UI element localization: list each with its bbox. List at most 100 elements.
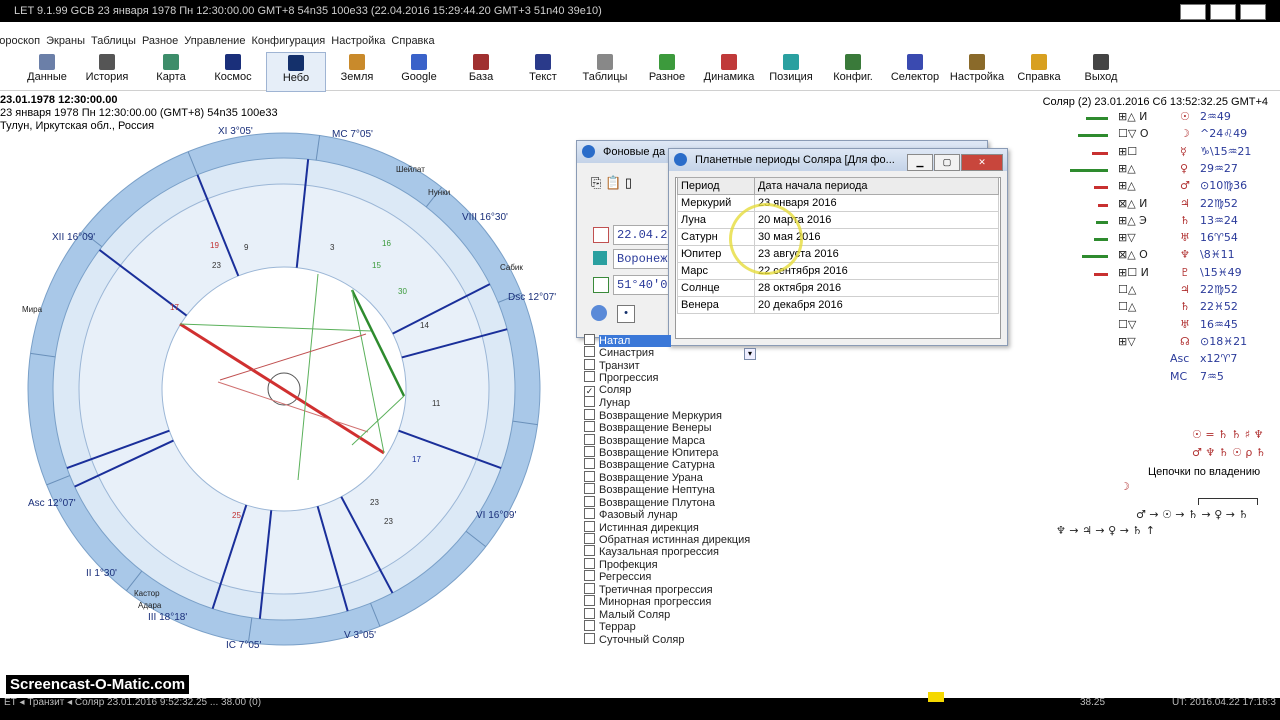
chart-type-item[interactable]: Возвращение Юпитера xyxy=(580,445,750,459)
menu-item[interactable]: Гороскоп xyxy=(0,32,46,50)
checkbox[interactable] xyxy=(584,520,595,532)
chart-type-item[interactable]: Возвращение Сатурна xyxy=(580,458,750,471)
maximize-button[interactable] xyxy=(1210,4,1236,20)
paste-icon[interactable]: 📋 xyxy=(605,175,621,190)
checkbox[interactable] xyxy=(584,445,595,457)
toolbar-button[interactable]: База xyxy=(452,52,510,90)
checkbox[interactable] xyxy=(584,371,595,383)
table-row[interactable]: Луна 20 марта 2016 xyxy=(677,211,999,229)
checkbox[interactable] xyxy=(584,470,595,482)
chart-type-item[interactable]: Синастрия xyxy=(580,346,750,359)
planet-row[interactable]: ⊞△ Э ♄ 13♒24 xyxy=(1050,214,1280,230)
column-header[interactable]: Период xyxy=(677,177,755,195)
planet-row[interactable]: ☐▽ O ☽ ^24♌49 xyxy=(1050,127,1280,143)
menu-item[interactable]: Экраны xyxy=(46,32,91,50)
checkbox[interactable] xyxy=(584,495,595,507)
new-icon[interactable]: ▯ xyxy=(625,175,632,190)
planetary-periods-window[interactable]: Планетные периоды Соляра [Для фо... ▁ ▢ ✕ … xyxy=(668,148,1008,346)
table-row[interactable]: Марс 22 сентября 2016 xyxy=(677,262,999,280)
checkbox[interactable] xyxy=(584,607,595,619)
planet-row[interactable]: Asc x12♈7 xyxy=(1050,352,1280,368)
chart-type-item[interactable]: Возвращение Меркурия xyxy=(580,408,750,422)
planet-row[interactable]: ⊠△ И ♃ 22♍52 xyxy=(1050,197,1280,213)
toolbar-button[interactable]: Таблицы xyxy=(576,52,634,90)
minimize-icon[interactable]: ▁ xyxy=(907,154,933,171)
planet-row[interactable]: ⊞△ ♀ 29♒27 xyxy=(1050,162,1280,178)
city-icon[interactable] xyxy=(593,251,607,265)
checkbox[interactable] xyxy=(584,483,595,495)
menu-item[interactable]: Настройка xyxy=(331,32,391,50)
menu-item[interactable]: Разное xyxy=(142,32,184,50)
table-row[interactable]: Венера 20 декабря 2016 xyxy=(677,296,999,314)
toolbar-button[interactable]: Конфиг. xyxy=(824,52,882,90)
checkbox[interactable] xyxy=(584,545,595,557)
calendar-icon[interactable] xyxy=(593,227,609,243)
toolbar-button[interactable]: Google xyxy=(390,52,448,90)
chart-type-item[interactable]: Профекция xyxy=(580,557,750,571)
planet-row[interactable]: ⊞☐ ☿ ♑\15♒21 xyxy=(1050,145,1280,161)
chart-type-item[interactable]: Возвращение Марса xyxy=(580,433,750,447)
horoscope-wheel[interactable]: XI 3°05' MC 7°05' XII 16°09' VIII 16°30' Dsc… xyxy=(0,100,570,660)
planet-row[interactable]: MC 7♒5 xyxy=(1050,370,1280,386)
chart-type-item[interactable]: Суточный Соляр xyxy=(580,632,750,646)
chart-type-item[interactable]: Возвращение Венеры xyxy=(580,421,750,434)
chart-type-item[interactable]: Истинная дирекция xyxy=(580,520,750,534)
toolbar-button[interactable]: Карта xyxy=(142,52,200,90)
globe-icon[interactable] xyxy=(591,305,607,321)
checkbox[interactable] xyxy=(584,421,595,433)
chart-type-item[interactable]: ✓ Соляр xyxy=(580,384,750,397)
checkbox[interactable] xyxy=(584,396,595,408)
toolbar-button[interactable]: Земля xyxy=(328,52,386,90)
chart-type-item[interactable]: Лунар xyxy=(580,396,750,409)
chart-type-item[interactable]: Возвращение Плутона xyxy=(580,495,750,509)
checkbox[interactable] xyxy=(584,433,595,445)
minimize-button[interactable] xyxy=(1180,4,1206,20)
checkbox[interactable] xyxy=(584,458,595,470)
chart-type-item[interactable]: Третичная прогрессия xyxy=(580,582,750,596)
chart-type-item[interactable]: Обратная истинная дирекция xyxy=(580,533,750,546)
chart-type-item[interactable]: Возвращение Нептуна xyxy=(580,483,750,496)
menu-item[interactable]: Справка xyxy=(391,32,440,50)
checkbox[interactable] xyxy=(584,533,595,544)
chart-type-item[interactable]: Транзит xyxy=(580,358,750,372)
chart-type-item[interactable]: Возвращение Урана xyxy=(580,470,750,484)
maximize-icon[interactable]: ▢ xyxy=(934,154,960,171)
column-header[interactable]: Дата начала периода xyxy=(754,177,999,195)
toolbar-button[interactable]: История xyxy=(78,52,136,90)
checkbox[interactable] xyxy=(584,582,595,594)
checkbox[interactable] xyxy=(584,408,595,420)
menu-item[interactable]: Управление xyxy=(184,32,251,50)
toolbar-button[interactable]: Небо xyxy=(266,52,326,92)
menu-item[interactable]: Конфигурация xyxy=(251,32,331,50)
copy-icon[interactable]: ⎘ xyxy=(591,175,601,190)
toolbar-button[interactable]: Селектор xyxy=(886,52,944,90)
planet-row[interactable]: ⊞△ И ☉ 2♒49 xyxy=(1050,110,1280,126)
planet-row[interactable]: ⊞☐ И ♇ \15♓49 xyxy=(1050,266,1280,282)
chart-type-item[interactable]: Натал xyxy=(580,334,750,347)
chart-type-item[interactable]: Прогрессия xyxy=(580,371,750,384)
toolbar-button[interactable]: Космос xyxy=(204,52,262,90)
planet-row[interactable]: ⊠△ O ♆ \8♓11 xyxy=(1050,248,1280,264)
planet-row[interactable]: ☐△ ♄ 22♓52 xyxy=(1050,300,1280,316)
coord-icon[interactable] xyxy=(593,277,609,293)
checkbox[interactable] xyxy=(584,346,595,358)
menu-item[interactable]: Таблицы xyxy=(91,32,142,50)
checkbox[interactable] xyxy=(584,557,595,569)
checkbox[interactable] xyxy=(584,632,595,644)
planet-row[interactable]: ⊞▽ ☊ ⊙18♓21 xyxy=(1050,335,1280,351)
checkbox[interactable] xyxy=(584,334,595,345)
close-icon[interactable]: ✕ xyxy=(961,154,1003,171)
checkbox[interactable] xyxy=(584,358,595,370)
checkbox[interactable] xyxy=(584,570,595,582)
chart-type-item[interactable]: Регрессия xyxy=(580,570,750,583)
table-row[interactable]: Меркурий 23 января 2016 xyxy=(677,194,999,212)
toolbar-button[interactable]: Разное xyxy=(638,52,696,90)
planet-row[interactable]: ⊞▽ ♅ 16♈54 xyxy=(1050,231,1280,247)
checkbox[interactable] xyxy=(584,595,595,607)
chart-type-item[interactable]: Каузальная прогрессия xyxy=(580,545,750,558)
table-row[interactable]: Сатурн 30 мая 2016 xyxy=(677,228,999,246)
chart-type-item[interactable]: Террар xyxy=(580,620,750,633)
toolbar-button[interactable]: Текст xyxy=(514,52,572,90)
dot-button[interactable]: • xyxy=(617,305,635,323)
list-scroll-icon[interactable]: ▾ xyxy=(744,348,756,360)
